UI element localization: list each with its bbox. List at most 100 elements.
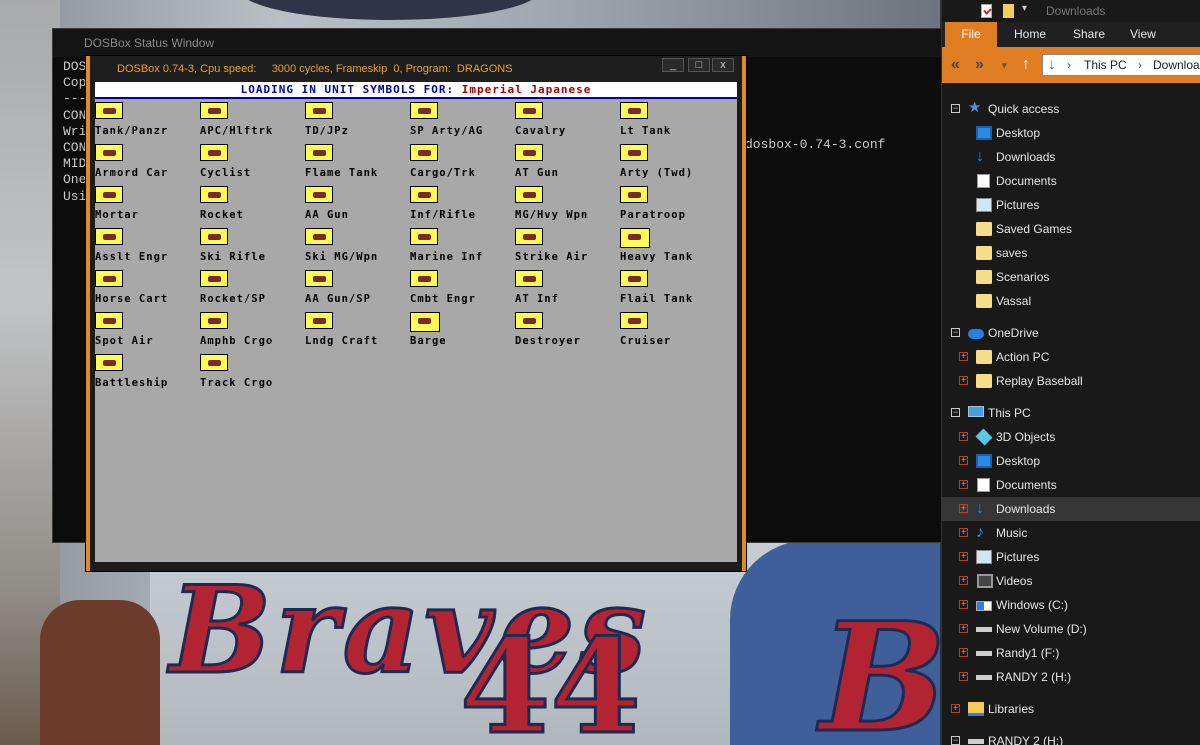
unit-glyph-icon	[313, 150, 326, 156]
unit-name: AA Gun	[305, 209, 349, 221]
tree-od-action-pc[interactable]: + Action PC	[942, 345, 1200, 369]
tree-pc-pictures[interactable]: + Pictures	[942, 545, 1200, 569]
unit-symbol: Ski MG/Wpn	[305, 228, 410, 270]
unit-icon	[515, 144, 543, 161]
collapse-icon[interactable]: −	[951, 408, 960, 417]
unit-icon	[410, 102, 438, 119]
tree-label: Documents	[996, 478, 1057, 492]
new-folder-icon[interactable]	[1003, 4, 1014, 18]
tree-qa-saved-games[interactable]: Saved Games	[942, 217, 1200, 241]
tree-pc-music[interactable]: + ♪ Music	[942, 521, 1200, 545]
unit-name: Cruiser	[620, 335, 672, 347]
expand-icon[interactable]: +	[959, 576, 968, 585]
tree-pc-randy1-f[interactable]: + Randy1 (F:)	[942, 641, 1200, 665]
tree-label: Desktop	[996, 126, 1041, 140]
unit-name: SP Arty/AG	[410, 125, 484, 137]
tree-qa-desktop[interactable]: Desktop	[942, 121, 1200, 145]
properties-icon[interactable]	[981, 4, 992, 18]
tree-qa-scenarios[interactable]: Scenarios	[942, 265, 1200, 289]
tree-pc-downloads[interactable]: + ↓ Downloads	[942, 497, 1200, 521]
tree-label: New Volume (D:)	[996, 622, 1087, 636]
unit-glyph-icon	[103, 276, 116, 282]
tab-share[interactable]: Share	[1073, 22, 1105, 47]
collapse-icon[interactable]: −	[951, 104, 960, 113]
folder-icon	[976, 246, 992, 260]
up-one-level-button[interactable]: ↑	[1022, 56, 1030, 74]
tree-qa-vassal[interactable]: Vassal	[942, 289, 1200, 313]
breadcrumb-this-pc[interactable]: This PC	[1084, 55, 1127, 75]
unit-glyph-icon	[103, 234, 116, 240]
unit-symbol: Rocket	[200, 186, 305, 228]
expand-icon[interactable]: +	[959, 552, 968, 561]
expand-icon[interactable]: +	[951, 704, 960, 713]
expand-icon[interactable]: +	[959, 504, 968, 513]
expand-icon[interactable]: +	[959, 432, 968, 441]
customize-toolbar-dropdown-icon[interactable]: ▾	[1022, 3, 1027, 14]
computer-icon	[968, 406, 984, 417]
tree-pc-new-volume-d[interactable]: + New Volume (D:)	[942, 617, 1200, 641]
tree-od-replay-baseball[interactable]: + Replay Baseball	[942, 369, 1200, 393]
expand-icon[interactable]: +	[959, 456, 968, 465]
tree-pc-randy2-h[interactable]: + RANDY 2 (H:)	[942, 665, 1200, 689]
tree-qa-downloads[interactable]: ↓ Downloads	[942, 145, 1200, 169]
maximize-button[interactable]: □	[688, 58, 710, 72]
minimize-button[interactable]: _	[662, 58, 684, 72]
file-explorer-window[interactable]: ▾ Downloads File Home Share View « » ▾ ↑…	[941, 0, 1200, 745]
forward-button[interactable]: »	[975, 56, 984, 74]
tree-qa-saves[interactable]: saves	[942, 241, 1200, 265]
tab-file[interactable]: File	[945, 22, 997, 47]
unit-glyph-icon	[523, 108, 536, 114]
collapse-icon[interactable]: −	[951, 328, 960, 337]
expand-icon[interactable]: +	[959, 376, 968, 385]
expand-icon[interactable]: +	[959, 672, 968, 681]
tree-onedrive[interactable]: − OneDrive	[942, 321, 1200, 345]
tree-this-pc[interactable]: − This PC	[942, 401, 1200, 425]
tree-libraries[interactable]: + Libraries	[942, 697, 1200, 721]
unit-glyph-icon	[628, 192, 641, 198]
close-button[interactable]: x	[712, 58, 734, 72]
breadcrumb-separator[interactable]: ›	[1138, 55, 1142, 75]
unit-symbol: Armord Car	[95, 144, 200, 186]
dosbox-titlebar[interactable]: DOSBox 0.74-3, Cpu speed: 3000 cycles, F…	[90, 56, 742, 82]
expand-icon[interactable]: +	[959, 600, 968, 609]
address-bar[interactable]: ↓ › This PC › Downloads	[1042, 54, 1200, 76]
unit-symbol: Inf/Rifle	[410, 186, 515, 228]
unit-symbol: AA Gun/SP	[305, 270, 410, 312]
unit-glyph-icon	[103, 318, 116, 324]
expand-icon[interactable]: +	[959, 480, 968, 489]
dosbox-window[interactable]: DOSBox 0.74-3, Cpu speed: 3000 cycles, F…	[86, 56, 746, 571]
tab-view[interactable]: View	[1130, 22, 1156, 47]
back-button[interactable]: «	[951, 56, 960, 74]
breadcrumb-downloads[interactable]: Downloads	[1153, 55, 1200, 75]
unit-glyph-icon	[523, 276, 536, 282]
unit-name: Cyclist	[200, 167, 252, 179]
unit-name: Battleship	[95, 377, 169, 389]
tree-qa-pictures[interactable]: Pictures	[942, 193, 1200, 217]
recent-locations-dropdown-icon[interactable]: ▾	[1002, 60, 1007, 71]
tree-pc-videos[interactable]: + Videos	[942, 569, 1200, 593]
unit-glyph-icon	[628, 108, 641, 114]
unit-name: Destroyer	[515, 335, 581, 347]
expand-icon[interactable]: +	[959, 528, 968, 537]
collapse-icon[interactable]: −	[951, 736, 960, 745]
unit-symbol: Amphb Crgo	[200, 312, 305, 354]
tree-quick-access[interactable]: − ★ Quick access	[942, 97, 1200, 121]
expand-icon[interactable]: +	[959, 352, 968, 361]
unit-name: AT Inf	[515, 293, 559, 305]
unit-symbol: APC/Hlftrk	[200, 102, 305, 144]
status-window-title[interactable]: DOSBox Status Window	[53, 29, 941, 57]
expand-icon[interactable]: +	[959, 624, 968, 633]
tree-randy2-h[interactable]: − RANDY 2 (H:)	[942, 729, 1200, 745]
tree-pc-3d-objects[interactable]: + 3D Objects	[942, 425, 1200, 449]
folder-icon	[976, 374, 992, 388]
expand-icon[interactable]: +	[959, 648, 968, 657]
tree-pc-desktop[interactable]: + Desktop	[942, 449, 1200, 473]
tree-pc-windows-c[interactable]: + Windows (C:)	[942, 593, 1200, 617]
tree-pc-documents[interactable]: + Documents	[942, 473, 1200, 497]
breadcrumb-separator[interactable]: ›	[1067, 55, 1071, 75]
unit-icon	[515, 312, 543, 329]
unit-symbol: Cargo/Trk	[410, 144, 515, 186]
dos-game-screen[interactable]: LOADING IN UNIT SYMBOLS FOR: Imperial Ja…	[95, 82, 737, 562]
tab-home[interactable]: Home	[1014, 22, 1046, 47]
tree-qa-documents[interactable]: Documents	[942, 169, 1200, 193]
